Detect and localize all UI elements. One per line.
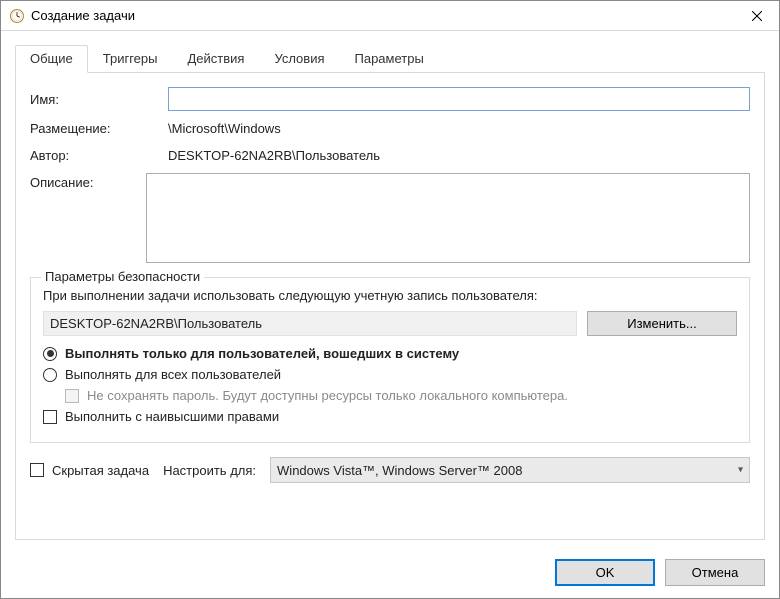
security-groupbox: Параметры безопасности При выполнении за… — [30, 277, 750, 443]
cancel-button[interactable]: Отмена — [665, 559, 765, 586]
tab-page-general: Имя: Размещение: \Microsoft\Windows Авто… — [15, 73, 765, 540]
ok-button[interactable]: OK — [555, 559, 655, 586]
description-label: Описание: — [30, 173, 146, 263]
highest-privileges-label: Выполнить с наивысшими правами — [65, 409, 279, 424]
no-store-password-label: Не сохранять пароль. Будут доступны ресу… — [87, 388, 568, 403]
name-input[interactable] — [168, 87, 750, 111]
tab-triggers[interactable]: Триггеры — [88, 45, 173, 73]
tabstrip: Общие Триггеры Действия Условия Параметр… — [15, 45, 765, 73]
titlebar: Создание задачи — [1, 1, 779, 31]
name-label: Имя: — [30, 92, 168, 107]
description-input[interactable] — [146, 173, 750, 263]
check-highest-privileges[interactable]: Выполнить с наивысшими правами — [43, 409, 737, 424]
checkbox-icon — [30, 463, 44, 477]
close-button[interactable] — [734, 1, 779, 31]
location-label: Размещение: — [30, 121, 168, 136]
checkbox-icon — [43, 410, 57, 424]
configure-for-combobox[interactable]: Windows Vista™, Windows Server™ 2008 ▾ — [270, 457, 750, 483]
check-hidden-task[interactable]: Скрытая задача — [30, 463, 149, 478]
location-value: \Microsoft\Windows — [168, 119, 750, 138]
check-no-store-password: Не сохранять пароль. Будут доступны ресу… — [65, 388, 737, 403]
tab-conditions[interactable]: Условия — [259, 45, 339, 73]
configure-for-label: Настроить для: — [163, 463, 256, 478]
change-user-button[interactable]: Изменить... — [587, 311, 737, 336]
checkbox-icon — [65, 389, 79, 403]
tab-general[interactable]: Общие — [15, 45, 88, 73]
window-title: Создание задачи — [31, 8, 734, 23]
dialog-buttons: OK Отмена — [1, 550, 779, 598]
client-area: Общие Триггеры Действия Условия Параметр… — [1, 31, 779, 550]
close-icon — [752, 11, 762, 21]
radio-run-logged-on[interactable]: Выполнять только для пользователей, воше… — [43, 346, 737, 361]
clock-icon — [9, 8, 25, 24]
radio-run-any-user[interactable]: Выполнять для всех пользователей — [43, 367, 737, 382]
author-value: DESKTOP-62NA2RB\Пользователь — [168, 146, 750, 165]
tab-actions[interactable]: Действия — [172, 45, 259, 73]
create-task-window: Создание задачи Общие Триггеры Действия … — [0, 0, 780, 599]
security-legend: Параметры безопасности — [41, 269, 204, 284]
configure-for-value: Windows Vista™, Windows Server™ 2008 — [277, 463, 522, 478]
radio-any-user-label: Выполнять для всех пользователей — [65, 367, 281, 382]
radio-icon — [43, 347, 57, 361]
hidden-task-label: Скрытая задача — [52, 463, 149, 478]
account-display: DESKTOP-62NA2RB\Пользователь — [43, 311, 577, 336]
author-label: Автор: — [30, 148, 168, 163]
tab-settings[interactable]: Параметры — [340, 45, 439, 73]
radio-icon — [43, 368, 57, 382]
chevron-down-icon: ▾ — [738, 465, 743, 476]
run-as-text: При выполнении задачи использовать следу… — [43, 288, 737, 303]
radio-logged-on-label: Выполнять только для пользователей, воше… — [65, 346, 459, 361]
